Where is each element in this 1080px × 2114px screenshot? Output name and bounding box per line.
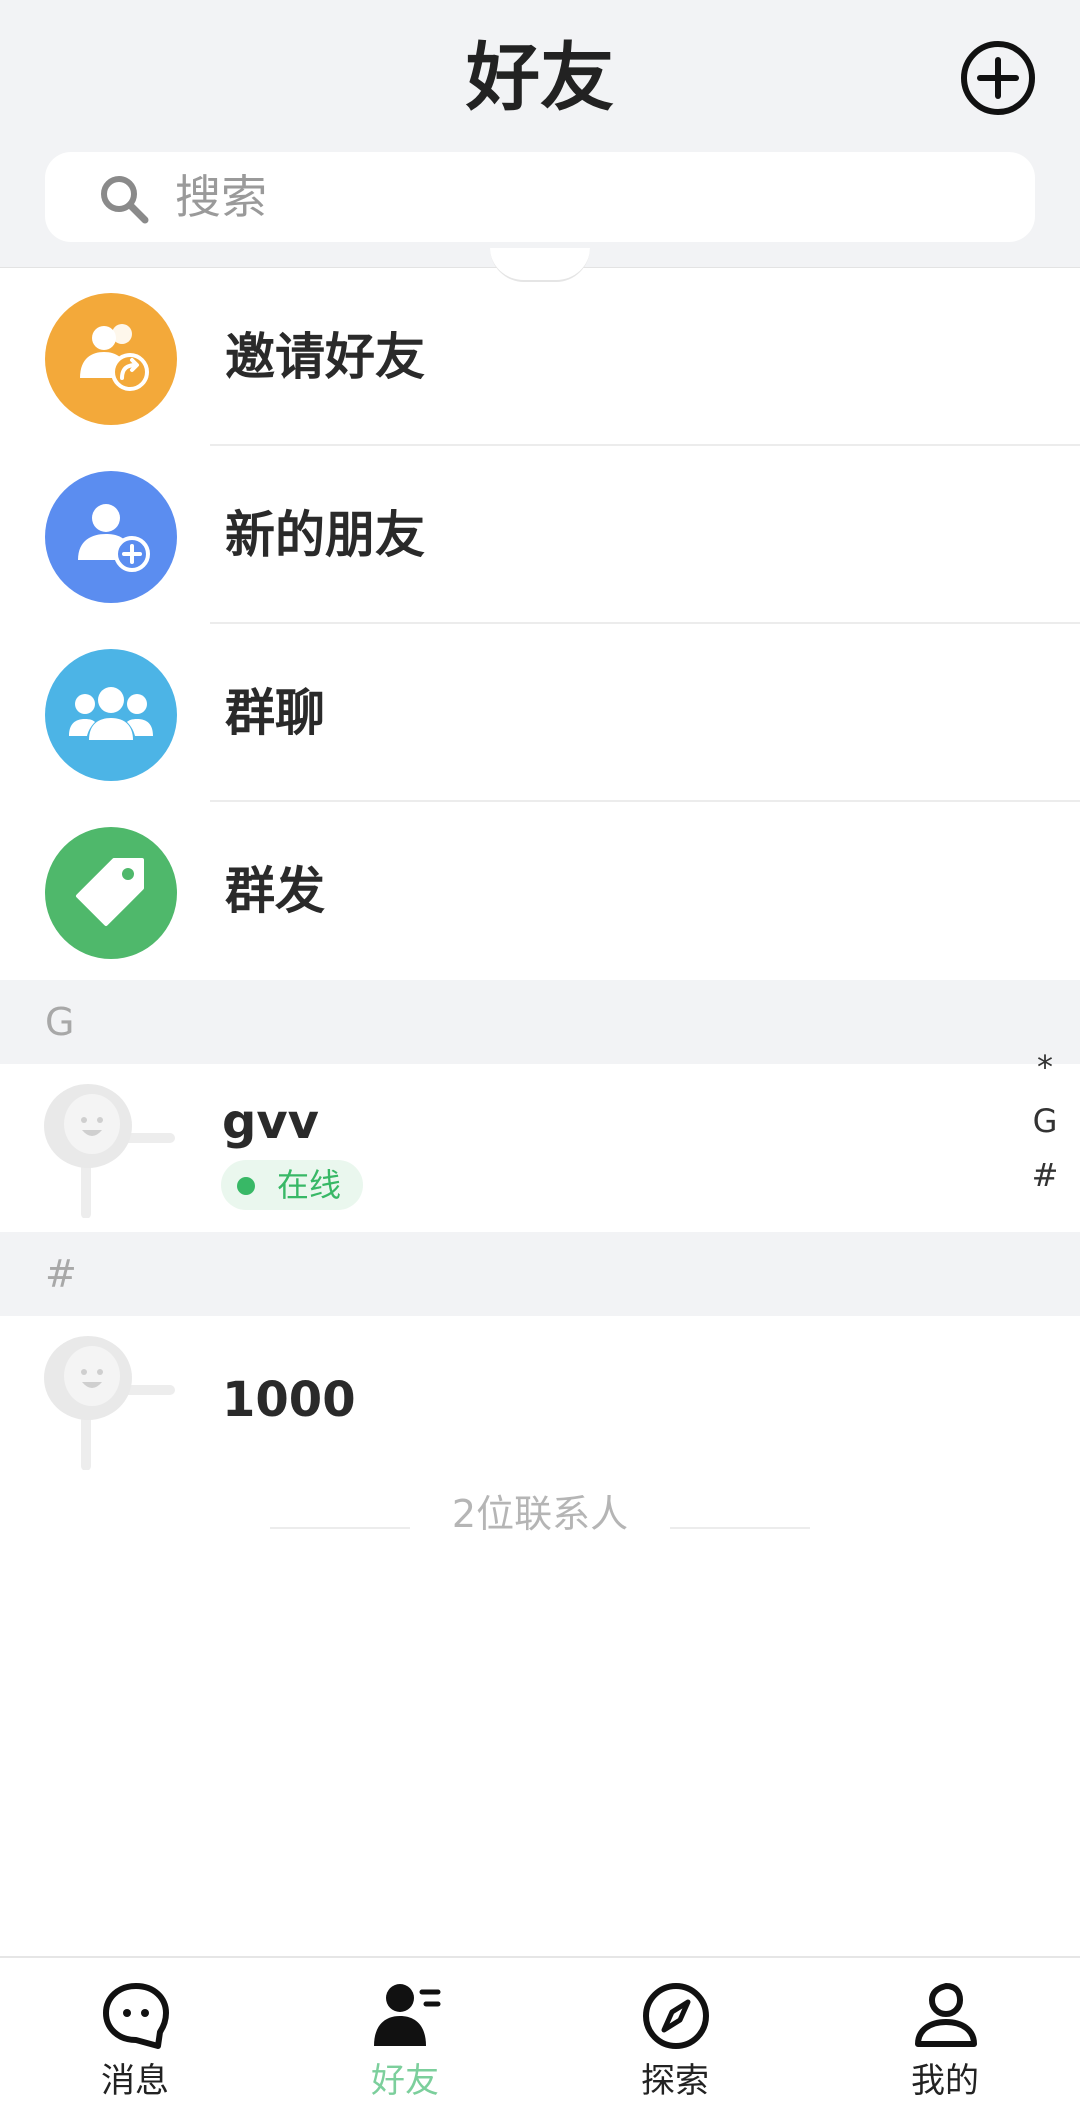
header: 好友: [0, 0, 1080, 268]
menu-item-label: 新的朋友: [225, 506, 425, 564]
new-friend-icon: [45, 471, 177, 603]
contact-item[interactable]: gvv 在线: [0, 1064, 1080, 1230]
index-item[interactable]: #: [1015, 1148, 1075, 1202]
tab-label: 消息: [101, 2061, 169, 2101]
message-icon: [103, 1983, 169, 2049]
search-icon: [101, 176, 149, 224]
tab-label: 探索: [641, 2061, 709, 2101]
online-dot-icon: [237, 1177, 255, 1195]
status-badge: 在线: [221, 1160, 364, 1210]
section-letter: G: [45, 1000, 75, 1044]
menu-item-label: 邀请好友: [225, 328, 425, 386]
menu-item-label: 群聊: [225, 684, 325, 742]
menu-item-group-chat[interactable]: 群聊: [0, 624, 1080, 802]
tab-label: 好友: [371, 2061, 439, 2101]
tab-label: 我的: [911, 2061, 979, 2101]
tab-me[interactable]: 我的: [810, 1958, 1080, 2114]
menu-item-new-friends[interactable]: 新的朋友: [0, 446, 1080, 624]
tab-friends[interactable]: 好友: [270, 1958, 540, 2114]
compass-icon: [643, 1983, 709, 2049]
bottom-nav: 消息 好友 探索 我的: [0, 1956, 1080, 2114]
section-header-g: G: [0, 980, 1080, 1064]
contact-count: 2位联系人: [451, 1492, 629, 1536]
contact-item[interactable]: 1000: [0, 1316, 1080, 1482]
index-item[interactable]: G: [1015, 1094, 1075, 1148]
page-title: 好友: [466, 35, 614, 121]
avatar: [44, 1084, 175, 1218]
contact-name: gvv: [222, 1094, 319, 1150]
status-text: 在线: [277, 1166, 342, 1204]
section-letter: #: [45, 1252, 77, 1296]
contact-name: 1000: [222, 1372, 356, 1428]
alphabet-index-bar[interactable]: * G #: [1015, 1040, 1075, 1202]
index-item[interactable]: *: [1015, 1040, 1075, 1094]
section-header-hash: #: [0, 1232, 1080, 1316]
profile-icon: [915, 1983, 977, 2047]
invite-friends-icon: [45, 293, 177, 425]
tab-messages[interactable]: 消息: [0, 1958, 270, 2114]
search-bar[interactable]: [45, 152, 1035, 242]
tag-icon: [45, 827, 177, 959]
tab-explore[interactable]: 探索: [540, 1958, 810, 2114]
friends-icon: [374, 1984, 441, 2046]
friends-page: 好友 邀请好友: [0, 0, 1080, 2114]
plus-circle-icon[interactable]: [958, 38, 1038, 118]
menu-item-broadcast[interactable]: 群发: [0, 802, 1080, 980]
avatar: [44, 1336, 175, 1470]
search-input[interactable]: [175, 152, 995, 242]
menu-item-invite-friends[interactable]: 邀请好友: [0, 268, 1080, 446]
group-chat-icon: [45, 649, 177, 781]
menu-item-label: 群发: [225, 862, 325, 920]
